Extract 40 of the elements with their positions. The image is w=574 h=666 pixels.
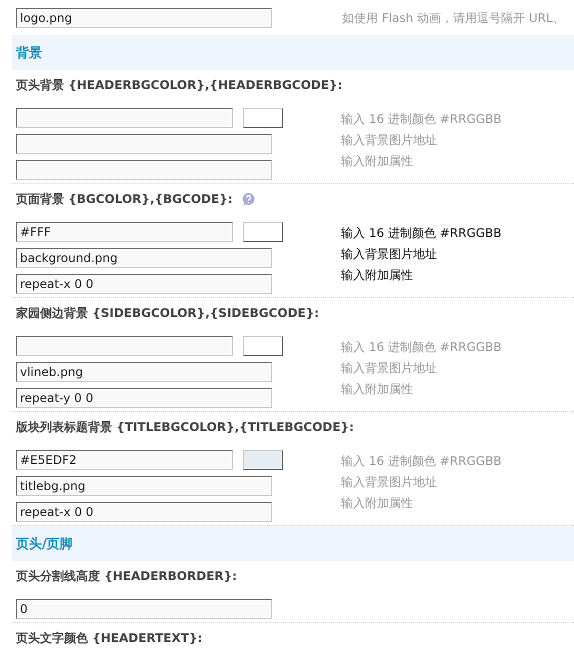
hint-text: 输入附加属性	[341, 267, 414, 281]
hint-text: 输入背景图片地址	[341, 246, 438, 260]
input-field[interactable]: repeat-x 0 0	[16, 502, 272, 522]
field-label: 页头分割线高度 {HEADERBORDER}:	[16, 568, 237, 584]
hint-text: 输入附加属性	[341, 495, 414, 509]
color-swatch[interactable]	[243, 222, 283, 242]
input-field[interactable]	[16, 336, 233, 356]
input-field[interactable]: repeat-x 0 0	[16, 274, 272, 294]
hint-text: 输入 16 进制颜色 #RRGGBB	[341, 339, 502, 353]
help-icon[interactable]	[240, 192, 256, 206]
hint-text: 输入背景图片地址	[341, 474, 438, 488]
input-field[interactable]: logo.png	[16, 8, 272, 28]
input-field[interactable]: #E5EDF2	[16, 450, 233, 470]
field-label: 页头文字颜色 {HEADERTEXT}:	[16, 630, 202, 646]
section-title: 页头/页脚	[16, 536, 73, 552]
field-label: 版块列表标题背景 {TITLEBGCOLOR},{TITLEBGCODE}:	[16, 418, 354, 436]
section-title: 背景	[16, 44, 42, 62]
field-label: 页面背景 {BGCOLOR},{BGCODE}:	[16, 190, 233, 208]
hint-text: 输入背景图片地址	[341, 132, 438, 146]
hint-text: 如使用 Flash 动画，请用逗号隔开 URL、	[342, 10, 565, 26]
hint-text: 输入 16 进制颜色 #RRGGBB	[341, 111, 502, 125]
color-swatch[interactable]	[243, 108, 283, 128]
input-field[interactable]	[16, 134, 272, 154]
hint-text: 输入 16 进制颜色 #RRGGBB	[341, 225, 502, 239]
color-swatch[interactable]	[243, 336, 283, 356]
input-field[interactable]: #FFF	[16, 222, 233, 242]
input-field[interactable]: titlebg.png	[16, 476, 272, 496]
input-field[interactable]	[16, 108, 233, 128]
field-label: 页头背景 {HEADERBGCOLOR},{HEADERBGCODE}:	[16, 76, 342, 94]
input-field[interactable]: repeat-y 0 0	[16, 388, 272, 408]
hint-text: 输入 16 进制颜色 #RRGGBB	[341, 453, 502, 467]
input-field[interactable]: background.png	[16, 248, 272, 268]
field-label: 家园侧边背景 {SIDEBGCOLOR},{SIDEBGCODE}:	[16, 304, 320, 322]
input-field[interactable]	[16, 160, 272, 180]
input-field[interactable]: vlineb.png	[16, 362, 272, 382]
hint-text: 输入背景图片地址	[341, 360, 438, 374]
input-field[interactable]: 0	[16, 599, 272, 619]
color-swatch[interactable]	[243, 450, 283, 470]
hint-text: 输入附加属性	[341, 381, 414, 395]
hint-text: 输入附加属性	[341, 153, 414, 167]
